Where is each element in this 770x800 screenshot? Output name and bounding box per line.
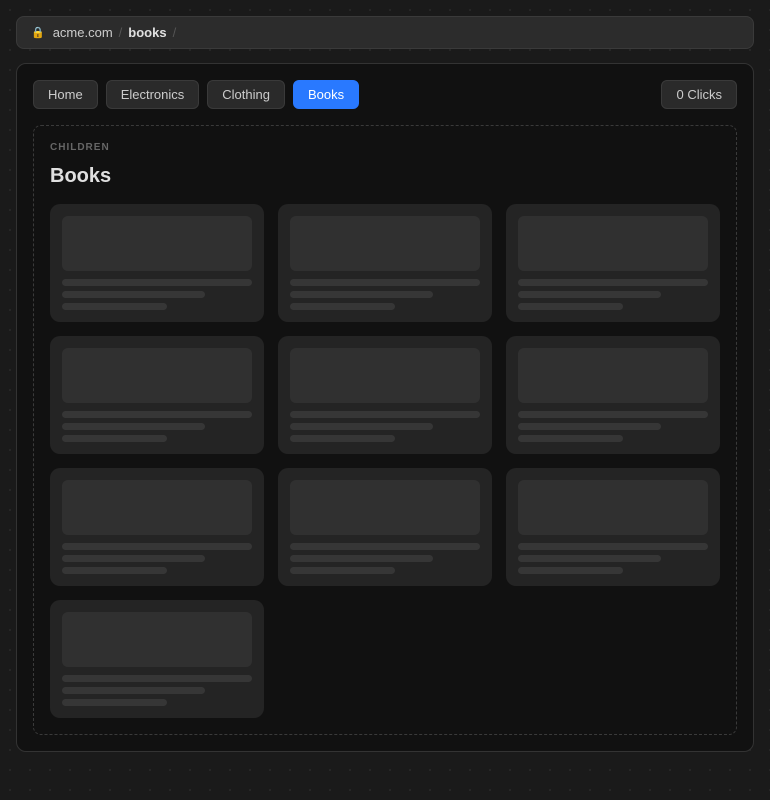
card-lines [62, 411, 252, 442]
domain: acme.com [53, 25, 113, 40]
cards-grid [50, 204, 720, 718]
card-line [290, 303, 395, 310]
separator-2: / [173, 25, 177, 40]
card-lines [518, 411, 708, 442]
card-line [62, 279, 252, 286]
card-lines [62, 279, 252, 310]
card-image [62, 480, 252, 535]
list-item[interactable] [50, 600, 264, 718]
section-title: Books [50, 165, 720, 188]
nav-bar: Home Electronics Clothing Books 0 Clicks [33, 80, 737, 109]
card-line [518, 423, 661, 430]
list-item[interactable] [278, 468, 492, 586]
list-item[interactable] [278, 336, 492, 454]
tab-home[interactable]: Home [33, 80, 98, 109]
card-line [290, 411, 480, 418]
card-image [290, 480, 480, 535]
list-item[interactable] [506, 468, 720, 586]
card-line [62, 687, 205, 694]
card-line [290, 423, 433, 430]
children-section: CHILDREN Books [33, 125, 737, 735]
address-text: acme.com / books / [53, 25, 177, 40]
card-lines [518, 543, 708, 574]
card-image [290, 216, 480, 271]
card-line [62, 291, 205, 298]
card-line [290, 543, 480, 550]
list-item[interactable] [506, 204, 720, 322]
card-line [290, 291, 433, 298]
card-image [518, 348, 708, 403]
card-line [290, 567, 395, 574]
address-bar[interactable]: 🔒 acme.com / books / [16, 16, 754, 49]
card-lines [62, 675, 252, 706]
card-line [518, 279, 708, 286]
card-image [62, 216, 252, 271]
card-line [62, 699, 167, 706]
card-image [290, 348, 480, 403]
card-line [518, 543, 708, 550]
main-container: Home Electronics Clothing Books 0 Clicks… [16, 63, 754, 752]
list-item[interactable] [278, 204, 492, 322]
list-item[interactable] [506, 336, 720, 454]
tab-clothing[interactable]: Clothing [207, 80, 285, 109]
tab-electronics[interactable]: Electronics [106, 80, 200, 109]
card-line [518, 555, 661, 562]
tab-books[interactable]: Books [293, 80, 359, 109]
card-line [290, 555, 433, 562]
nav-tabs: Home Electronics Clothing Books [33, 80, 359, 109]
card-line [518, 291, 661, 298]
separator-1: / [119, 25, 123, 40]
card-line [290, 279, 480, 286]
card-line [62, 675, 252, 682]
list-item[interactable] [50, 468, 264, 586]
card-line [62, 435, 167, 442]
list-item[interactable] [50, 336, 264, 454]
card-line [518, 435, 623, 442]
card-line [518, 411, 708, 418]
card-lines [290, 411, 480, 442]
page-segment: books [128, 25, 166, 40]
card-lines [290, 543, 480, 574]
card-image [518, 480, 708, 535]
children-label: CHILDREN [50, 142, 720, 153]
lock-icon: 🔒 [31, 26, 45, 39]
card-lines [62, 543, 252, 574]
card-line [62, 411, 252, 418]
card-lines [518, 279, 708, 310]
card-line [518, 567, 623, 574]
card-image [62, 348, 252, 403]
card-line [62, 543, 252, 550]
card-line [518, 303, 623, 310]
card-image [62, 612, 252, 667]
clicks-badge: 0 Clicks [661, 80, 737, 109]
card-line [62, 423, 205, 430]
card-line [62, 567, 167, 574]
card-line [290, 435, 395, 442]
card-line [62, 303, 167, 310]
card-line [62, 555, 205, 562]
card-image [518, 216, 708, 271]
list-item[interactable] [50, 204, 264, 322]
card-lines [290, 279, 480, 310]
